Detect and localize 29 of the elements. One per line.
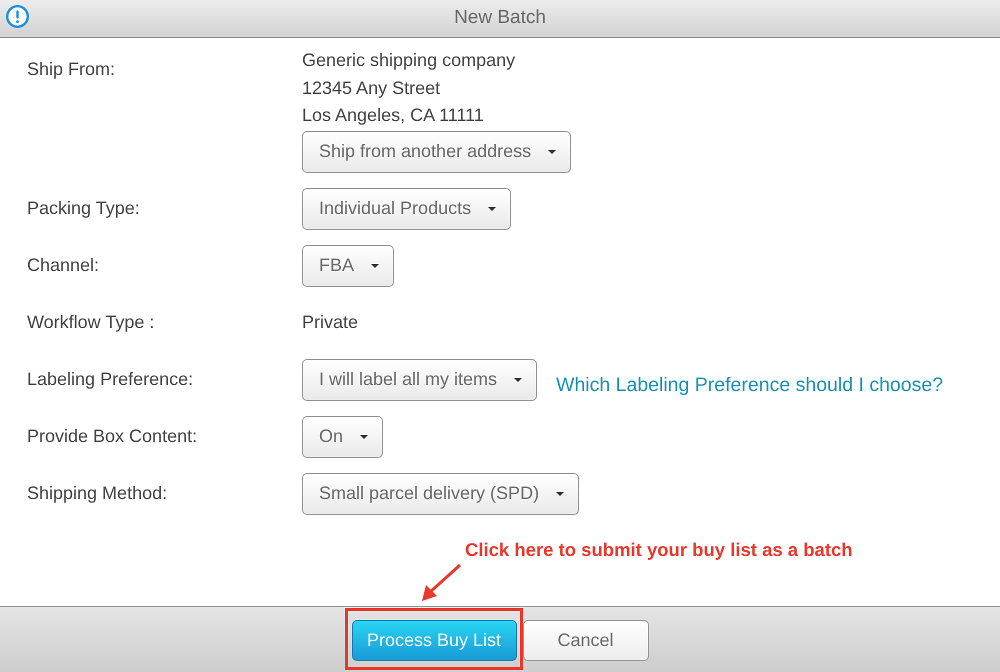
cancel-button[interactable]: Cancel (522, 620, 648, 660)
dropdown-button[interactable]: Ship from another address (302, 130, 572, 172)
field-value: Private (302, 311, 358, 334)
caret-icon (548, 150, 556, 154)
window-title: New Batch (454, 6, 546, 30)
field-label: Labeling Preference: (27, 368, 194, 391)
info-icon (6, 5, 29, 28)
dropdown-button[interactable]: Small parcel delivery (SPD) (302, 472, 580, 514)
address-line: Generic shipping company (302, 49, 516, 72)
field-label: Channel: (27, 254, 100, 277)
dropdown-button[interactable]: On (302, 416, 384, 458)
field-label: Packing Type: (27, 197, 141, 220)
caret-icon (514, 378, 522, 382)
dropdown-button[interactable]: I will label all my items (302, 358, 538, 400)
field-label: Shipping Method: (27, 482, 168, 505)
annotation-text: Click here to submit your buy list as a batch (465, 538, 853, 562)
dropdown-button[interactable]: FBA (302, 244, 394, 286)
field-label: Workflow Type : (27, 311, 156, 334)
arrow-icon (420, 563, 462, 603)
caret-icon (556, 492, 564, 496)
help-link[interactable]: Which Labeling Preference should I choose? (556, 370, 944, 400)
field-label: Ship From: (27, 58, 116, 81)
caret-icon (360, 434, 368, 438)
caret-icon (488, 206, 496, 210)
address-line: Los Angeles, CA 11111 (302, 104, 484, 127)
field-label: Provide Box Content: (27, 425, 198, 448)
dropdown-button[interactable]: Individual Products (302, 188, 512, 230)
caret-icon (371, 264, 380, 268)
address-line: 12345 Any Street (302, 76, 440, 100)
